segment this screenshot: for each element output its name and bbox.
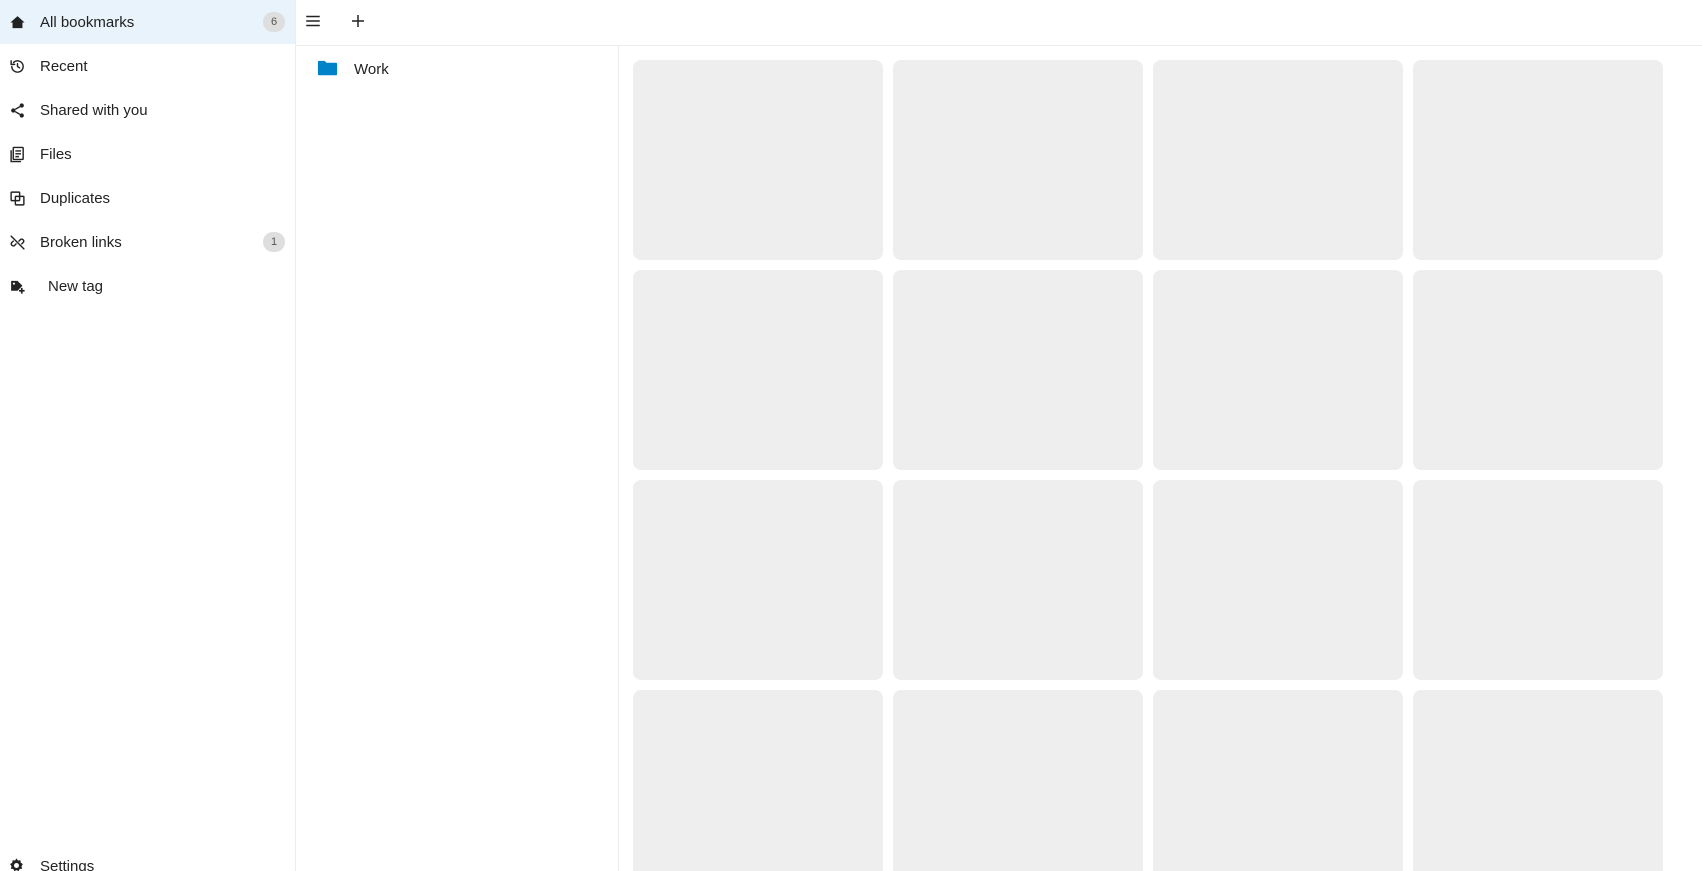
toggle-navigation-button[interactable] — [298, 8, 328, 38]
bookmarks-grid — [633, 60, 1673, 871]
plus-icon — [349, 12, 367, 35]
bookmark-placeholder-card — [893, 690, 1143, 871]
nav-item-new-tag[interactable]: New tag — [0, 264, 295, 308]
app-navigation: All bookmarks 6 Recent Shared with you F… — [0, 0, 296, 871]
nav-item-label: All bookmarks — [40, 13, 135, 31]
bookmark-placeholder-card — [1153, 60, 1403, 260]
duplicate-icon — [8, 189, 26, 207]
bookmark-placeholder-card — [1153, 690, 1403, 871]
folder-icon — [316, 57, 340, 81]
nav-item-label: Files — [40, 145, 72, 163]
nav-item-label: New tag — [48, 277, 104, 295]
add-bookmark-button[interactable] — [343, 8, 373, 38]
bookmark-placeholder-card — [893, 270, 1143, 470]
nav-item-shared-with-you[interactable]: Shared with you — [0, 88, 295, 132]
bookmark-placeholder-card — [1413, 60, 1663, 260]
bookmark-placeholder-card — [633, 60, 883, 260]
nav-item-label: Recent — [40, 57, 88, 75]
bookmark-placeholder-card — [1413, 480, 1663, 680]
bookmarks-app: All bookmarks 6 Recent Shared with you F… — [0, 0, 1702, 871]
nav-item-broken-links[interactable]: Broken links 1 — [0, 220, 295, 264]
nav-item-all-bookmarks[interactable]: All bookmarks 6 — [0, 0, 295, 44]
history-icon — [8, 57, 26, 75]
link-off-icon — [8, 233, 26, 251]
bookmark-placeholder-card — [1413, 690, 1663, 871]
tag-plus-icon — [8, 277, 26, 295]
nav-item-duplicates[interactable]: Duplicates — [0, 176, 295, 220]
gear-icon — [8, 857, 26, 871]
bookmark-placeholder-card — [633, 480, 883, 680]
home-icon — [8, 13, 26, 31]
settings-button[interactable]: Settings — [0, 846, 295, 871]
bookmark-placeholder-card — [1153, 270, 1403, 470]
hamburger-menu-icon — [304, 12, 322, 35]
folder-tree-panel: Work — [296, 46, 619, 871]
nav-item-label: Broken links — [40, 233, 122, 251]
bookmark-placeholder-card — [893, 480, 1143, 680]
toolbar — [296, 0, 1702, 46]
nav-item-label: Duplicates — [40, 189, 111, 207]
bookmark-count-badge: 6 — [263, 12, 285, 32]
share-icon — [8, 101, 26, 119]
bookmark-placeholder-card — [1413, 270, 1663, 470]
file-document-icon — [8, 145, 26, 163]
nav-item-label: Shared with you — [40, 101, 148, 119]
settings-label: Settings — [40, 857, 95, 871]
broken-links-count-badge: 1 — [263, 232, 285, 252]
bookmarks-grid-area — [633, 60, 1673, 871]
bookmark-placeholder-card — [633, 270, 883, 470]
nav-item-files[interactable]: Files — [0, 132, 295, 176]
bookmark-placeholder-card — [1153, 480, 1403, 680]
bookmark-placeholder-card — [633, 690, 883, 871]
nav-item-recent[interactable]: Recent — [0, 44, 295, 88]
folder-label: Work — [354, 60, 389, 78]
folder-item-work[interactable]: Work — [296, 46, 618, 92]
bookmark-placeholder-card — [893, 60, 1143, 260]
